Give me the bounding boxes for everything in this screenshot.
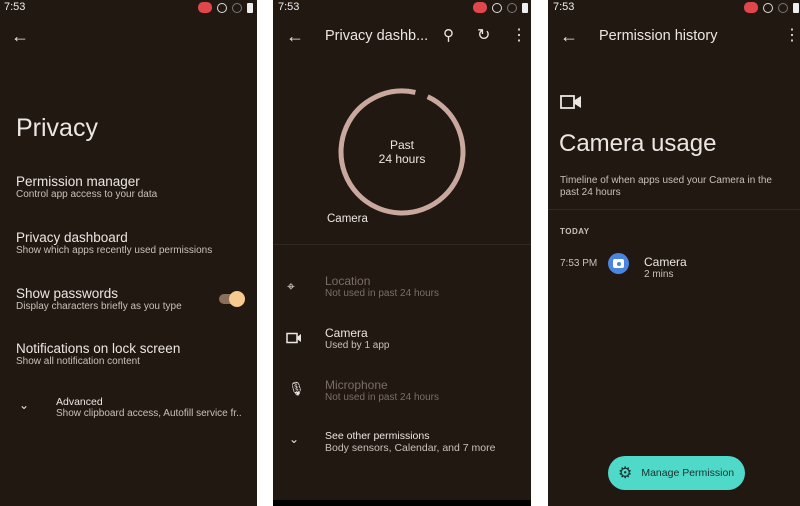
mic-icon: 🎙︎ xyxy=(288,381,305,396)
status-icons xyxy=(198,2,253,13)
status-icons xyxy=(473,2,528,13)
divider xyxy=(548,209,800,210)
item-title: Advanced xyxy=(56,396,103,408)
camera-usage-heading: Camera usage xyxy=(559,130,717,157)
search-icon[interactable]: ⚲ xyxy=(443,26,454,44)
advanced-item[interactable]: Advanced Show clipboard access, Autofill … xyxy=(56,396,242,419)
privacy-dashboard-screen: 7:53 ← Privacy dashb... ⚲ ↻ ⋮ Past 24 hou… xyxy=(273,0,531,506)
description: Timeline of when apps used your Camera i… xyxy=(560,175,772,198)
page-title: Privacy dashb... xyxy=(325,28,429,44)
item-title: Microphone xyxy=(325,378,388,392)
camera-app-icon xyxy=(608,253,629,274)
chevron-down-icon: ⌄ xyxy=(289,432,300,446)
more-options-icon[interactable]: ⋮ xyxy=(784,25,800,45)
item-subtitle: Show all notification content xyxy=(16,356,140,367)
manage-permission-label: Manage Permission xyxy=(641,467,735,479)
lock-screen-notifications-item[interactable]: Notifications on lock screen Show all not… xyxy=(16,341,180,367)
divider xyxy=(273,244,531,245)
entry-app: Camera xyxy=(644,255,687,269)
item-subtitle: Used by 1 app xyxy=(325,340,390,351)
more-options-icon[interactable]: ⋮ xyxy=(511,25,527,45)
show-passwords-item[interactable]: Show passwords Display characters briefly… xyxy=(16,286,182,312)
status-icons xyxy=(744,2,799,13)
status-time: 7:53 xyxy=(278,1,300,13)
show-passwords-toggle[interactable] xyxy=(219,291,245,307)
refresh-icon[interactable]: ↻ xyxy=(477,25,490,45)
camera-item[interactable]: Camera Used by 1 app xyxy=(325,326,390,351)
section-today: TODAY xyxy=(560,227,590,236)
videocam-icon xyxy=(286,332,301,344)
privacy-screen: 7:53 ← Privacy Permission manager Control… xyxy=(0,0,257,506)
permission-manager-item[interactable]: Permission manager Control app access to … xyxy=(16,174,157,200)
ring-label-line-2: 24 hours xyxy=(378,152,426,166)
back-button[interactable]: ← xyxy=(11,26,29,47)
item-title: See other permissions xyxy=(325,430,430,442)
back-button[interactable]: ← xyxy=(286,26,304,47)
item-title: Privacy dashboard xyxy=(16,230,128,245)
location-icon: ⌖ xyxy=(287,278,295,294)
item-subtitle: Display characters briefly as you type xyxy=(16,301,182,312)
item-subtitle: Body sensors, Calendar, and 7 more xyxy=(325,442,496,454)
see-other-permissions-item[interactable]: See other permissions Body sensors, Calen… xyxy=(325,430,495,454)
item-subtitle: Not used in past 24 hours xyxy=(325,288,439,299)
entry-duration: 2 mins xyxy=(644,269,674,280)
gear-icon: ⚙ xyxy=(618,465,633,482)
ring-legend-camera: Camera xyxy=(327,213,368,225)
item-subtitle: Show clipboard access, Autofill service … xyxy=(56,408,242,419)
status-time: 7:53 xyxy=(553,1,575,13)
status-time: 7:53 xyxy=(4,1,26,13)
item-title: Location xyxy=(325,274,371,288)
chevron-down-icon: ⌄ xyxy=(19,398,30,412)
item-title: Notifications on lock screen xyxy=(16,341,181,356)
microphone-item[interactable]: Microphone Not used in past 24 hours xyxy=(325,378,439,403)
item-title: Permission manager xyxy=(16,174,140,189)
entry-time: 7:53 PM xyxy=(560,258,598,269)
videocam-icon xyxy=(560,95,581,109)
item-subtitle: Control app access to your data xyxy=(16,189,158,200)
page-title: Permission history xyxy=(599,28,718,44)
ring-label-line-1: Past xyxy=(389,138,414,152)
location-item[interactable]: Location Not used in past 24 hours xyxy=(325,274,439,299)
history-entry[interactable]: Camera 2 mins xyxy=(644,255,687,280)
item-title: Show passwords xyxy=(16,286,119,301)
item-subtitle: Not used in past 24 hours xyxy=(325,392,439,403)
permission-history-screen: 7:53 ← Permission history ⋮ Camera usage… xyxy=(548,0,800,506)
item-subtitle: Show which apps recently used permission… xyxy=(16,245,213,256)
back-button[interactable]: ← xyxy=(560,26,578,47)
privacy-dashboard-item[interactable]: Privacy dashboard Show which apps recentl… xyxy=(16,230,212,256)
page-title: Privacy xyxy=(16,114,98,142)
item-title: Camera xyxy=(325,326,368,340)
manage-permission-button[interactable]: ⚙ Manage Permission xyxy=(608,456,745,490)
ring-label: Past 24 hours xyxy=(336,138,468,166)
navigation-bar xyxy=(273,500,531,506)
